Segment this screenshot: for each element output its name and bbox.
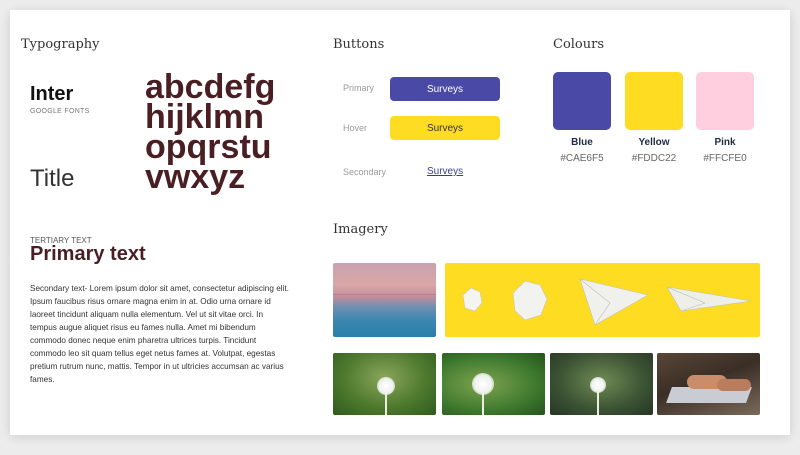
paper-shapes-icon	[462, 278, 752, 326]
dandelion-image	[442, 353, 545, 415]
swatch-yellow	[625, 72, 683, 130]
hover-button-label: Hover	[343, 123, 368, 133]
swatch-hex: #CAE6F5	[560, 153, 604, 164]
swatch-hex: #FDDC22	[631, 153, 677, 164]
secondary-button[interactable]: Surveys	[427, 166, 463, 177]
sunset-sea-image	[333, 263, 436, 337]
dandelion-image	[333, 353, 436, 415]
primary-button[interactable]: Surveys	[390, 77, 500, 101]
font-name: Inter	[30, 83, 74, 105]
alphabet-sample: abcdefg hijklmn opqrstu vwxyz	[145, 70, 275, 196]
secondary-text: Secondary text- Lorem ipsum dolor sit am…	[30, 284, 289, 384]
primary-text: Primary text	[30, 243, 146, 265]
alphabet-line: vwxyz	[145, 158, 246, 196]
primary-button-label: Primary	[343, 83, 374, 93]
dandelion-image	[550, 353, 653, 415]
swatch-hex: #FFCFE0	[703, 153, 747, 164]
hover-button[interactable]: Surveys	[390, 116, 500, 140]
swatch-name: Pink	[714, 137, 736, 148]
swatch-pink	[696, 72, 754, 130]
typing-laptop-image	[657, 353, 760, 415]
secondary-button-label: Secondary	[343, 167, 387, 177]
style-guide-card: Typography Inter GOOGLE FONTS abcdefg hi…	[10, 10, 790, 435]
swatch-name: Yellow	[638, 137, 670, 148]
title-sample: Title	[30, 165, 75, 192]
swatch-blue	[553, 72, 611, 130]
font-source: GOOGLE FONTS	[30, 108, 90, 115]
typography-heading: Typography	[21, 37, 100, 52]
colours-heading: Colours	[553, 37, 605, 52]
imagery-heading: Imagery	[333, 222, 388, 237]
buttons-heading: Buttons	[333, 37, 385, 52]
swatch-name: Blue	[571, 137, 593, 148]
paper-evolution-image	[445, 263, 760, 337]
